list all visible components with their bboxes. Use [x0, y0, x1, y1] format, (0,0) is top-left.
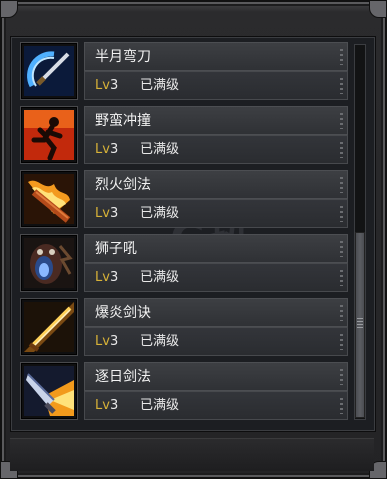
skill-level: Lv3 [95, 270, 119, 285]
bar-grip [340, 398, 343, 414]
skill-name: 野蛮冲撞 [95, 113, 151, 129]
skill-info: 烈火剑法 Lv3 已满级 [84, 170, 348, 228]
skill-name: 狮子吼 [95, 241, 137, 257]
bar-grip [340, 241, 343, 257]
bar-grip [340, 305, 343, 321]
skill-status: 已满级 [140, 270, 180, 285]
skill-level: Lv3 [95, 142, 119, 157]
crescent-blade-icon[interactable] [20, 42, 78, 100]
blazing-sword-icon[interactable] [20, 298, 78, 356]
lion-roar-icon[interactable] [20, 234, 78, 292]
bar-grip [340, 270, 343, 286]
skill-info: 野蛮冲撞 Lv3 已满级 [84, 106, 348, 164]
skill-name: 半月弯刀 [95, 49, 151, 65]
sun-chasing-sword-icon[interactable] [20, 362, 78, 420]
flame-sword-icon[interactable] [20, 170, 78, 228]
skill-row[interactable]: 烈火剑法 Lv3 已满级 [20, 170, 348, 228]
charge-runner-icon[interactable] [20, 106, 78, 164]
skill-status: 已满级 [140, 142, 180, 157]
skill-info: 逐日剑法 Lv3 已满级 [84, 362, 348, 420]
skill-info: 爆炎剑诀 Lv3 已满级 [84, 298, 348, 356]
bar-grip [340, 78, 343, 94]
bar-grip [340, 369, 343, 385]
skill-name: 烈火剑法 [95, 177, 151, 193]
bar-grip [340, 113, 343, 129]
skill-info: 半月弯刀 Lv3 已满级 [84, 42, 348, 100]
skill-info: 狮子吼 Lv3 已满级 [84, 234, 348, 292]
bar-grip [340, 334, 343, 350]
skill-list: 半月弯刀 Lv3 已满级 野蛮冲撞 Lv3 已满级 烈火剑法 Lv3 已满级 狮… [20, 42, 348, 426]
skill-level: Lv3 [95, 206, 119, 221]
skill-status: 已满级 [140, 206, 180, 221]
skill-row[interactable]: 爆炎剑诀 Lv3 已满级 [20, 298, 348, 356]
skill-row[interactable]: 半月弯刀 Lv3 已满级 [20, 42, 348, 100]
skill-level: Lv3 [95, 398, 119, 413]
skill-row[interactable]: 逐日剑法 Lv3 已满级 [20, 362, 348, 420]
skill-status: 已满级 [140, 334, 180, 349]
skill-level: Lv3 [95, 78, 119, 93]
skill-level: Lv3 [95, 334, 119, 349]
skill-status: 已满级 [140, 398, 180, 413]
window-bottom-bar [10, 438, 374, 471]
bar-grip [340, 177, 343, 193]
skill-name: 逐日剑法 [95, 369, 151, 385]
skill-row[interactable]: 狮子吼 Lv3 已满级 [20, 234, 348, 292]
skill-row[interactable]: 野蛮冲撞 Lv3 已满级 [20, 106, 348, 164]
skill-name: 爆炎剑诀 [95, 305, 151, 321]
bar-grip [340, 49, 343, 65]
skill-status: 已满级 [140, 78, 180, 93]
bar-grip [340, 206, 343, 222]
scrollbar-grip-icon [357, 318, 363, 328]
bar-grip [340, 142, 343, 158]
frame-corner [369, 0, 387, 18]
